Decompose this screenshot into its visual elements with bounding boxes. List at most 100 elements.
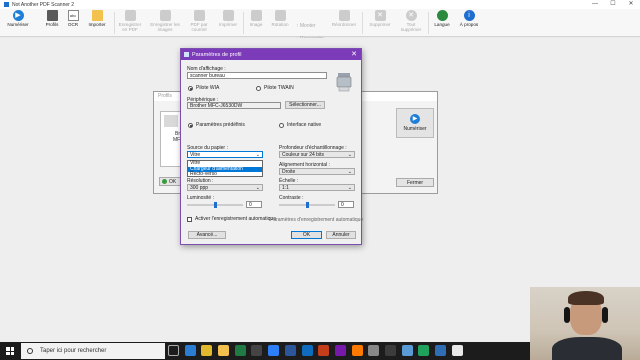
slider-thumb[interactable]	[213, 202, 217, 208]
toolbar-label: Enregistrer les images	[150, 22, 180, 32]
paper-source-dropdown: Vitre Chargeur d'alimentation Recto-vers…	[187, 160, 263, 177]
mail-icon[interactable]	[301, 345, 313, 356]
contrast-value-field[interactable]: 0	[338, 201, 354, 208]
toolbar-reorder-button[interactable]: Réordonner	[330, 10, 358, 36]
ok-button[interactable]: OK	[291, 231, 322, 239]
toolbar-label: Image	[249, 22, 263, 27]
image-icon	[250, 10, 262, 21]
toolbar-profiles-button[interactable]: Profils	[42, 10, 62, 36]
radio-checked-icon	[188, 85, 193, 91]
scanner-app-icon[interactable]	[435, 345, 446, 356]
powerpoint-icon[interactable]	[318, 345, 330, 356]
profiles-close-button[interactable]: Fermer	[396, 178, 434, 187]
reorder-icon	[338, 10, 350, 21]
driver-twain-radio[interactable]: Pilote TWAIN	[256, 85, 294, 91]
toolbar-about-button[interactable]: i À propos	[456, 10, 482, 36]
toolbar-print-button[interactable]: Imprimer	[216, 10, 240, 36]
profiles-icon	[46, 10, 58, 21]
predefined-settings-radio[interactable]: Paramètres prédéfinis	[188, 122, 245, 128]
scale-select[interactable]: 1:1 ⌄	[279, 184, 355, 191]
app-icon[interactable]	[268, 345, 280, 356]
advanced-button[interactable]: Avancé...	[188, 231, 226, 239]
chevron-down-icon: ⌄	[347, 185, 352, 191]
close-window-button[interactable]: ✕	[622, 0, 640, 9]
profiles-scan-label: Numériser	[403, 126, 427, 132]
auto-save-settings-link[interactable]: Paramètres d'enregistrement automatique	[270, 217, 363, 223]
toolbar-separator	[114, 12, 115, 34]
driver-wia-radio[interactable]: Pilote WIA	[188, 85, 219, 91]
profile-settings-titlebar: Paramètres de profil ✕	[181, 49, 361, 60]
minimize-button[interactable]: —	[586, 0, 604, 9]
start-button[interactable]	[6, 347, 14, 355]
scanner-icon	[336, 73, 352, 92]
toolbar-rotate-button[interactable]: Rotation	[269, 10, 291, 36]
word-icon[interactable]	[284, 345, 296, 356]
toolbar-label: À propos	[459, 22, 479, 27]
task-view-icon[interactable]	[168, 345, 179, 356]
headphone-icon	[564, 307, 570, 323]
toolbar-email-pdf-button[interactable]: PDF par courriel	[186, 10, 212, 36]
toolbar-move-up-button[interactable]: ↑ Monter	[296, 23, 315, 29]
app5-icon[interactable]	[451, 345, 463, 356]
print-icon	[222, 10, 234, 21]
maximize-button[interactable]: ☐	[604, 0, 622, 9]
slider-thumb[interactable]	[305, 202, 309, 208]
app4-icon[interactable]	[418, 345, 430, 356]
contrast-label: Contraste :	[279, 195, 304, 201]
profiles-scan-button[interactable]: ▶ Numériser	[396, 108, 434, 138]
brightness-slider[interactable]	[187, 202, 243, 208]
folder-icon[interactable]	[218, 345, 230, 356]
h-align-select[interactable]: Droite ⌄	[279, 168, 355, 175]
paper-source-select[interactable]: Vitre ⌄	[187, 151, 263, 158]
taskbar-search[interactable]: Taper ici pour rechercher	[21, 343, 165, 359]
brightness-value-field[interactable]: 0	[246, 201, 262, 208]
toolbar-label: Supprimer	[369, 22, 391, 27]
toolbar-scan-button[interactable]: ▶ Numériser	[6, 10, 30, 36]
webcam-overlay	[530, 287, 640, 360]
window-title: Not Another PDF Scanner 2	[12, 1, 74, 8]
about-icon: i	[463, 10, 475, 21]
cancel-button[interactable]: Annuler	[326, 231, 356, 239]
resolution-value: 300 ppp	[190, 185, 209, 191]
native-interface-radio[interactable]: Interface native	[279, 122, 321, 128]
chevron-down-icon: ⌄	[347, 169, 352, 175]
paper-source-option[interactable]: Recto-verso	[188, 171, 262, 178]
display-name-field[interactable]: scanner bureau	[187, 72, 327, 79]
contrast-slider[interactable]	[279, 202, 335, 208]
firefox-icon[interactable]	[351, 345, 363, 356]
select-device-button[interactable]: Sélectionner...	[285, 101, 325, 109]
chevron-down-icon: ⌄	[255, 152, 260, 158]
onenote-icon[interactable]	[334, 345, 346, 356]
app2-icon[interactable]	[384, 345, 396, 356]
toolbar-separator	[428, 12, 429, 34]
toolbar-label: Importer	[88, 22, 106, 27]
toolbar-label: Rotation	[271, 22, 289, 27]
radio-unchecked-icon	[256, 85, 261, 91]
resolution-select[interactable]: 300 ppp ⌄	[187, 184, 263, 191]
app3-icon[interactable]	[401, 345, 413, 356]
edge-icon[interactable]	[184, 345, 196, 356]
close-icon[interactable]: ✕	[351, 50, 357, 58]
toolbar-save-images-button[interactable]: Enregistrer les images	[150, 10, 180, 36]
toolbar-label: Imprimer	[218, 22, 238, 27]
bit-depth-select[interactable]: Couleur sur 24 bits ⌄	[279, 151, 355, 158]
search-icon	[27, 348, 33, 354]
auto-save-checkbox[interactable]: Activer l'enregistrement automatique	[187, 216, 276, 222]
toolbar-save-pdf-button[interactable]: Enregistrer en PDF	[116, 10, 144, 36]
toolbar-ocr-button[interactable]: abc OCR	[64, 10, 82, 36]
chrome-icon[interactable]	[201, 345, 213, 356]
clear-all-icon: ✕	[405, 10, 417, 21]
toolbar-image-button[interactable]: Image	[246, 10, 266, 36]
toolbar-delete-button[interactable]: ✕ Supprimer	[366, 10, 394, 36]
ocr-icon: abc	[67, 10, 79, 21]
toolbar-import-button[interactable]: Importer	[84, 10, 110, 36]
store-icon[interactable]	[251, 345, 263, 356]
globe-icon	[436, 10, 448, 21]
toolbar-language-button[interactable]: Langue	[430, 10, 454, 36]
excel-icon[interactable]	[234, 345, 246, 356]
save-images-icon	[159, 10, 171, 21]
scan-icon: ▶	[12, 10, 24, 21]
settings-icon[interactable]	[368, 345, 380, 356]
toolbar-separator	[243, 12, 244, 34]
toolbar-clear-all-button[interactable]: ✕ Tout supprimer	[398, 10, 424, 36]
